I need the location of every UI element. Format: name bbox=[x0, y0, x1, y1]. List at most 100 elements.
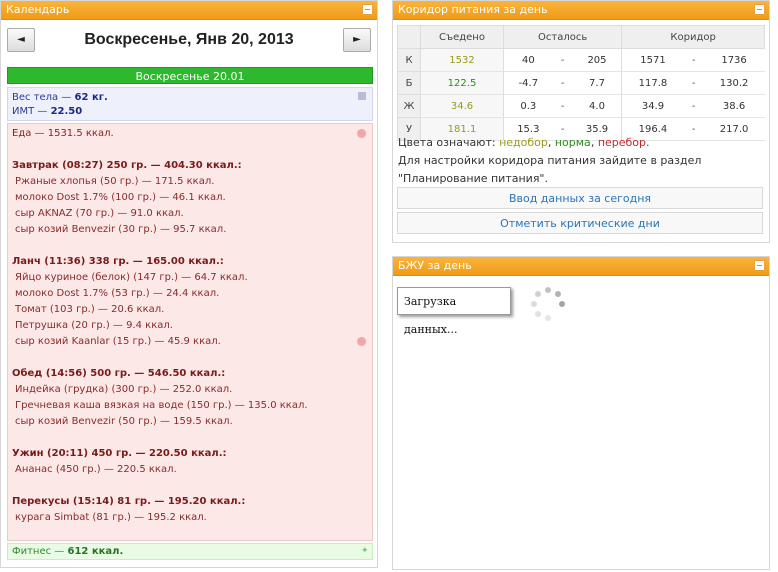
calendar-panel-title: Календарь bbox=[6, 3, 70, 16]
meal-title[interactable]: Обед (14:56) 500 гр. — 546.50 ккал.: bbox=[12, 366, 368, 382]
mark-critical-days-button[interactable]: Отметить критические дни bbox=[397, 212, 763, 234]
color-legend: Цвета означают: недобор, норма, перебор. bbox=[398, 134, 764, 152]
meal-gap bbox=[12, 142, 368, 158]
food-item: Яйцо куриное (белок) (147 гр.) — 64.7 кк… bbox=[15, 272, 248, 283]
corridor-max: 38.6 bbox=[703, 94, 765, 118]
meal-title[interactable]: Завтрак (08:27) 250 гр. — 404.30 ккал.: bbox=[12, 158, 368, 174]
corridor-min: 117.8 bbox=[621, 71, 684, 95]
remaining-min: -4.7 bbox=[503, 71, 553, 95]
legend-shortfall: недобор bbox=[499, 136, 548, 149]
runner-icon: ✦ bbox=[361, 546, 369, 556]
calendar-panel: Календарь ◄ Воскресенье, Янв 20, 2013 ► … bbox=[0, 0, 378, 568]
corridor-info: Цвета означают: недобор, норма, перебор.… bbox=[398, 134, 764, 188]
table-row: Ж 34.6 0.3-4.0 34.9-38.6 bbox=[397, 94, 765, 118]
corridor-min: 34.9 bbox=[621, 94, 684, 118]
enter-today-data-button[interactable]: Ввод данных за сегодня bbox=[397, 187, 763, 209]
food-item: Ананас (450 гр.) — 220.5 ккал. bbox=[15, 464, 177, 475]
meal-gap bbox=[12, 350, 368, 366]
meal-gap bbox=[12, 430, 368, 446]
legend-end: . bbox=[646, 136, 650, 149]
corridor-panel-title: Коридор питания за день bbox=[398, 3, 548, 16]
dash: - bbox=[552, 71, 573, 95]
corridor-max: 1736 bbox=[703, 48, 765, 72]
setup-text: Для настройки коридора питания зайдите в… bbox=[398, 154, 702, 185]
bmi-label: ИМТ — bbox=[12, 106, 51, 117]
bmi-value: 22.50 bbox=[50, 106, 83, 117]
food-diary-box[interactable]: Еда — 1531.5 ккал. Завтрак (08:27) 250 г… bbox=[7, 123, 373, 541]
corridor-panel-header: Коридор питания за день bbox=[393, 1, 769, 20]
table-row: Б 122.5 -4.7-7.7 117.8-130.2 bbox=[397, 71, 765, 95]
bju-panel-title: БЖУ за день bbox=[398, 259, 472, 272]
food-item: Гречневая каша вязкая на воде (150 гр.) … bbox=[15, 400, 308, 411]
col-remaining: Осталось bbox=[502, 25, 623, 49]
fitness-label: Фитнес — bbox=[12, 546, 68, 557]
meal-gap bbox=[12, 238, 368, 254]
meal-title[interactable]: Ужин (20:11) 450 гр. — 220.50 ккал.: bbox=[12, 446, 368, 462]
loading-message: Загрузка данных... bbox=[397, 287, 511, 336]
weight-value: 62 кг. bbox=[74, 92, 108, 103]
apple-icon bbox=[357, 129, 366, 138]
remaining-max: 4.0 bbox=[572, 94, 622, 118]
meal-gap bbox=[12, 478, 368, 494]
loading-spinner-icon bbox=[531, 287, 565, 321]
minimize-icon[interactable] bbox=[362, 4, 373, 15]
food-item: Ржаные хлопья (50 гр.) — 171.5 ккал. bbox=[15, 176, 215, 187]
food-item: сыр AKNAZ (70 гр.) — 91.0 ккал. bbox=[15, 208, 184, 219]
dash: - bbox=[683, 48, 704, 72]
food-item: Томат (103 гр.) — 20.6 ккал. bbox=[15, 304, 165, 315]
next-day-button[interactable]: ► bbox=[343, 28, 371, 52]
col-corridor: Коридор bbox=[621, 25, 765, 49]
dash: - bbox=[683, 71, 704, 95]
food-item: Петрушка (20 гр.) — 9.4 ккал. bbox=[15, 320, 173, 331]
legend-excess: перебор bbox=[597, 136, 647, 149]
corridor-min: 1571 bbox=[621, 48, 684, 72]
remaining-min: 40 bbox=[503, 48, 553, 72]
dash: - bbox=[683, 94, 704, 118]
table-header-row: Съедено Осталось Коридор bbox=[397, 25, 765, 49]
food-item: сыр козий Benvezir (30 гр.) — 95.7 ккал. bbox=[15, 224, 227, 235]
minimize-icon[interactable] bbox=[754, 4, 765, 15]
weight-line: Вес тела — 62 кг. bbox=[12, 91, 368, 105]
food-item: молоко Dost 1.7% (100 гр.) — 46.1 ккал. bbox=[15, 192, 226, 203]
day-header[interactable]: Воскресенье 20.01 bbox=[7, 67, 373, 84]
food-item: молоко Dost 1.7% (53 гр.) — 24.4 ккал. bbox=[15, 288, 220, 299]
body-weight-box[interactable]: Вес тела — 62 кг. ИМТ — 22.50 bbox=[7, 87, 373, 121]
nutrition-corridor-panel: Коридор питания за день Съедено Осталось… bbox=[392, 0, 770, 243]
bmi-line: ИМТ — 22.50 bbox=[12, 105, 368, 119]
remaining-min: 0.3 bbox=[503, 94, 553, 118]
weight-label: Вес тела — bbox=[12, 92, 75, 103]
table-row: К 1532 40-205 1571-1736 bbox=[397, 48, 765, 72]
minimize-icon[interactable] bbox=[754, 260, 765, 271]
food-item: сыр козий Benvezir (50 гр.) — 159.5 ккал… bbox=[15, 416, 233, 427]
remaining-max: 205 bbox=[572, 48, 622, 72]
legend-normal: норма bbox=[554, 136, 591, 149]
eaten-value: 122.5 bbox=[420, 71, 504, 95]
fitness-box[interactable]: Фитнес — 612 ккал. bbox=[7, 543, 373, 560]
eaten-value: 34.6 bbox=[420, 94, 504, 118]
scale-icon bbox=[358, 92, 366, 100]
meal-title[interactable]: Перекусы (15:14) 81 гр. — 195.20 ккал.: bbox=[12, 494, 368, 510]
col-eaten: Съедено bbox=[420, 25, 504, 49]
food-total: Еда — 1531.5 ккал. bbox=[12, 128, 114, 139]
legend-prefix: Цвета означают: bbox=[398, 136, 500, 149]
corridor-table: Съедено Осталось Коридор К 1532 40-205 1571… bbox=[397, 25, 765, 141]
bju-panel-header: БЖУ за день bbox=[393, 257, 769, 276]
food-item: курага Simbat (81 гр.) — 195.2 ккал. bbox=[15, 512, 207, 523]
corner-cell bbox=[397, 25, 421, 49]
corridor-max: 130.2 bbox=[703, 71, 765, 95]
dash: - bbox=[552, 94, 573, 118]
row-label: Ж bbox=[397, 94, 421, 118]
date-navigation: ◄ Воскресенье, Янв 20, 2013 ► bbox=[1, 23, 377, 63]
food-item: Индейка (грудка) (300 гр.) — 252.0 ккал. bbox=[15, 384, 233, 395]
calendar-panel-header: Календарь bbox=[1, 1, 377, 20]
legend-separator: , bbox=[590, 136, 598, 149]
eaten-value: 1532 bbox=[420, 48, 504, 72]
date-title: Воскресенье, Янв 20, 2013 bbox=[84, 31, 294, 48]
food-item: сыр козий Kaanlar (15 гр.) — 45.9 ккал. bbox=[15, 336, 221, 347]
meal-list: Завтрак (08:27) 250 гр. — 404.30 ккал.: Р… bbox=[12, 142, 368, 526]
prev-day-button[interactable]: ◄ bbox=[7, 28, 35, 52]
row-label: К bbox=[397, 48, 421, 72]
legend-separator: , bbox=[547, 136, 555, 149]
apple-icon bbox=[357, 337, 366, 346]
meal-title[interactable]: Ланч (11:36) 338 гр. — 165.00 ккал.: bbox=[12, 254, 368, 270]
